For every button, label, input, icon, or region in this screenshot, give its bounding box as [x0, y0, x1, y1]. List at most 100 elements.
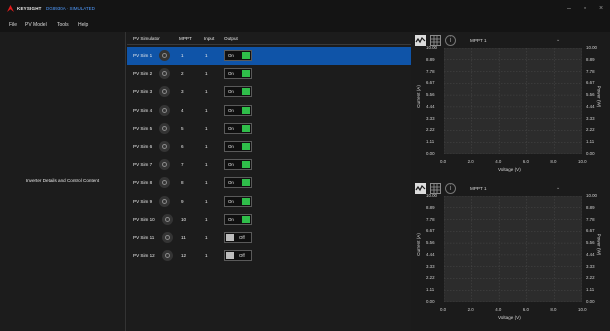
output-toggle[interactable]: On	[224, 122, 252, 134]
y2-tick-label: 5.56	[586, 92, 595, 98]
output-toggle[interactable]: On	[224, 141, 252, 152]
mppt-selector[interactable]: MPPT 1	[470, 186, 487, 191]
inverter-details-label: Inverter Details and Control Content	[25, 178, 100, 183]
output-toggle[interactable]: Off	[224, 232, 252, 243]
table-row[interactable]: PV Sim 1 1 1 On	[127, 47, 411, 65]
pv-sim-name: PV Sim 4	[133, 107, 153, 113]
x-axis-label: Voltage (V)	[498, 315, 521, 320]
y-tick-label: 7.78	[426, 216, 435, 222]
y2-tick-label: 6.67	[586, 228, 595, 234]
maximize-icon[interactable]: ▫	[578, 4, 592, 14]
settings-gear-icon[interactable]	[162, 232, 173, 243]
table-row[interactable]: PV Sim 9 9 1 On	[127, 193, 411, 211]
settings-gear-icon[interactable]	[162, 250, 173, 262]
pv-sim-name: PV Sim 3	[133, 89, 153, 95]
table-row[interactable]: PV Sim 6 6 1 On	[127, 138, 411, 156]
output-toggle-label: Off	[239, 253, 245, 259]
pv-sim-name: PV Sim 8	[133, 180, 153, 186]
output-toggle-label: On	[228, 216, 234, 222]
y-tick-label: 6.67	[426, 80, 435, 86]
toggle-knob	[242, 197, 250, 205]
mppt-selector[interactable]: MPPT 1	[470, 38, 487, 43]
y-tick-label: 1.11	[426, 139, 435, 145]
table-row[interactable]: PV Sim 3 3 1 On	[127, 83, 411, 101]
info-icon[interactable]: i	[445, 183, 456, 194]
settings-gear-icon[interactable]	[159, 141, 170, 152]
input-value: 1	[205, 71, 208, 77]
toggle-knob	[242, 106, 250, 114]
output-toggle[interactable]: On	[224, 104, 252, 116]
chevron-down-icon[interactable]: ⌄	[556, 37, 560, 43]
pv-sim-name: PV Sim 1	[133, 53, 153, 58]
output-toggle[interactable]: Off	[224, 250, 252, 262]
table-row[interactable]: PV Sim 11 11 1 Off	[127, 229, 411, 247]
y-tick-label: 1.11	[426, 287, 435, 293]
output-toggle[interactable]: On	[224, 195, 252, 207]
toggle-knob	[226, 234, 234, 241]
input-value: 1	[205, 235, 208, 240]
toggle-knob	[226, 252, 234, 260]
output-toggle[interactable]: On	[224, 177, 252, 189]
table-row[interactable]: PV Sim 10 10 1 On	[127, 211, 411, 229]
mppt-value: 4	[181, 107, 184, 113]
output-toggle-label: On	[228, 53, 234, 58]
input-value: 1	[205, 216, 208, 222]
y2-tick-label: 7.78	[586, 68, 595, 74]
toggle-knob	[242, 70, 250, 78]
table-row[interactable]: PV Sim 4 4 1 On	[127, 102, 411, 120]
header-mppt: MPPT	[179, 36, 192, 41]
mppt-value: 7	[181, 162, 184, 168]
output-toggle[interactable]: On	[224, 50, 252, 61]
output-toggle-label: On	[228, 198, 234, 204]
x-tick-label: 0.0	[440, 307, 447, 312]
x-axis-label: Voltage (V)	[498, 167, 521, 172]
output-toggle[interactable]: On	[224, 213, 252, 225]
table-row[interactable]: PV Sim 8 8 1 On	[127, 174, 411, 192]
y2-tick-label: 4.44	[586, 251, 595, 257]
settings-gear-icon[interactable]	[159, 177, 170, 189]
minimize-icon[interactable]: –	[562, 4, 576, 14]
close-icon[interactable]: ×	[594, 4, 608, 14]
mppt-value: 11	[181, 235, 186, 240]
output-toggle[interactable]: On	[224, 159, 252, 171]
settings-gear-icon[interactable]	[162, 213, 173, 225]
settings-gear-icon[interactable]	[159, 50, 170, 61]
input-value: 1	[205, 125, 208, 131]
menu-help[interactable]: Help	[78, 22, 88, 28]
x-tick-label: 6.0	[522, 307, 529, 312]
y-axis-label: Current (A)	[415, 233, 421, 256]
curve-view-icon[interactable]	[415, 35, 426, 46]
table-row[interactable]: PV Sim 12 12 1 Off	[127, 247, 411, 265]
output-toggle-label: On	[228, 180, 234, 186]
table-row[interactable]: PV Sim 2 2 1 On	[127, 65, 411, 83]
settings-gear-icon[interactable]	[159, 122, 170, 134]
chevron-down-icon[interactable]: ⌄	[556, 185, 560, 191]
input-value: 1	[205, 144, 208, 149]
output-toggle-label: On	[228, 162, 234, 168]
x-tick-label: 6.0	[522, 159, 529, 164]
title-bar: KEYSIGHT DG8930A · SIMULATED – ▫ ×	[0, 0, 610, 20]
output-toggle[interactable]: On	[224, 68, 252, 80]
settings-gear-icon[interactable]	[159, 104, 170, 116]
settings-gear-icon[interactable]	[159, 195, 170, 207]
settings-gear-icon[interactable]	[159, 86, 170, 98]
settings-gear-icon[interactable]	[159, 159, 170, 171]
x-tick-label: 0.0	[440, 159, 447, 164]
input-value: 1	[205, 107, 208, 113]
mppt-value: 2	[181, 71, 184, 77]
output-toggle[interactable]: On	[224, 86, 252, 98]
y2-tick-label: 0.00	[586, 299, 595, 304]
curve-view-icon[interactable]	[415, 183, 426, 194]
settings-gear-icon[interactable]	[159, 68, 170, 80]
menu-pv-model[interactable]: PV Model	[25, 22, 47, 28]
app-subtitle: DG8930A · SIMULATED	[46, 6, 95, 11]
menu-tools[interactable]: Tools	[57, 22, 69, 28]
info-icon[interactable]: i	[445, 35, 456, 46]
y-tick-label: 6.67	[426, 228, 435, 234]
table-row[interactable]: PV Sim 5 5 1 On	[127, 120, 411, 138]
iv-chart-2: i MPPT 1 ⌄ 10.00 8.89 7.78 6.67 5.56 4.44 3.33…	[412, 180, 610, 327]
header-output: Output	[224, 36, 238, 41]
menu-file[interactable]: File	[9, 22, 17, 28]
table-row[interactable]: PV Sim 7 7 1 On	[127, 156, 411, 174]
y-tick-label: 2.22	[426, 275, 435, 281]
